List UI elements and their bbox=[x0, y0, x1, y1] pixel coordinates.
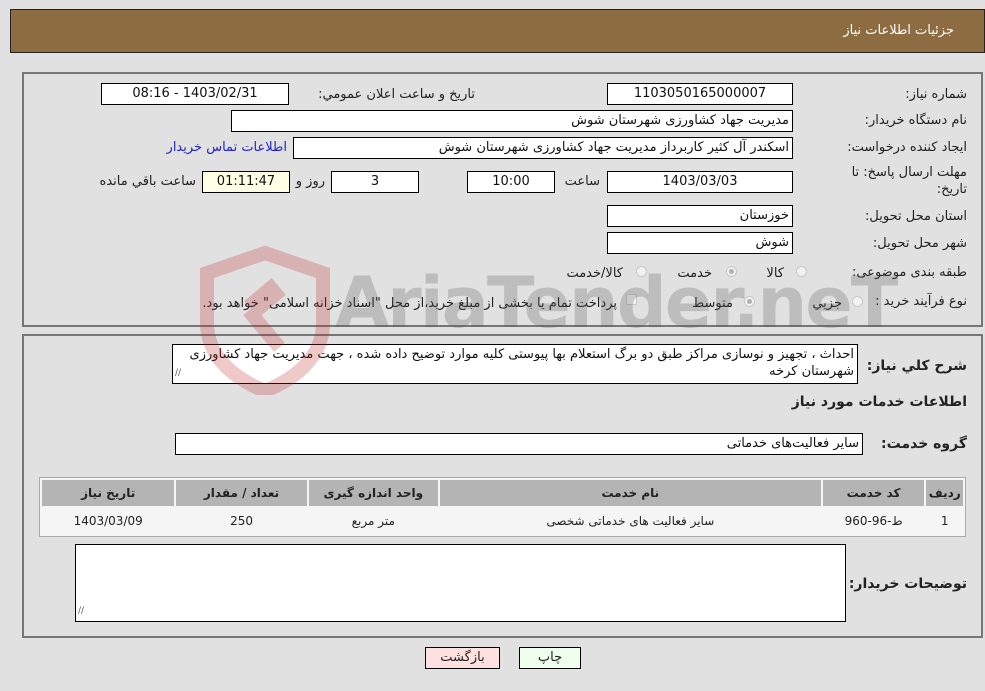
purchase-medium-radio[interactable] bbox=[744, 296, 755, 307]
city-label: شهر محل تحویل: bbox=[872, 236, 967, 251]
province-field[interactable]: خوزستان bbox=[607, 205, 793, 227]
announce-datetime-field[interactable]: 1403/02/31 - 08:16 bbox=[101, 83, 289, 105]
table-header-row: ردیف کد خدمت نام خدمت واحد اندازه گیری ت… bbox=[42, 480, 963, 506]
page-header: جزئیات اطلاعات نیاز bbox=[10, 9, 985, 53]
description-text: احداث ، تجهیز و نوسازی مراکز طبق دو برگ … bbox=[189, 347, 854, 379]
cell-unit: متر مربع bbox=[308, 508, 438, 534]
treasury-note: پرداخت تمام یا بخشی از مبلغ خرید،از محل … bbox=[202, 296, 617, 311]
category-goods-label: کالا bbox=[766, 266, 784, 281]
city-field[interactable]: شوش bbox=[607, 232, 793, 254]
purchase-type-label: نوع فرآیند خرید : bbox=[875, 294, 967, 309]
description-label: شرح کلي نیاز: bbox=[866, 358, 967, 374]
purchase-medium-label: متوسط bbox=[692, 296, 733, 311]
col-header-row-number: ردیف bbox=[926, 480, 963, 506]
back-button[interactable]: بازگشت bbox=[425, 647, 500, 669]
category-goods-service-label: کالا/خدمت bbox=[566, 266, 623, 281]
table-row: 1 ط-96-960 سایر فعالیت های خدماتی شخصی م… bbox=[42, 508, 963, 534]
services-table: ردیف کد خدمت نام خدمت واحد اندازه گیری ت… bbox=[39, 477, 966, 537]
service-group-field[interactable]: سایر فعالیت‌های خدماتی bbox=[175, 433, 863, 455]
cell-service-name: سایر فعالیت های خدماتی شخصی bbox=[439, 508, 821, 534]
deadline-time-label: ساعت bbox=[564, 174, 600, 189]
purchase-partial-label: جزيي bbox=[812, 296, 842, 311]
requester-label: ایجاد کننده درخواست: bbox=[847, 140, 967, 155]
announce-datetime-label: تاریخ و ساعت اعلان عمومي: bbox=[318, 87, 475, 102]
col-header-unit: واحد اندازه گیری bbox=[308, 480, 438, 506]
col-header-quantity: تعداد / مقدار bbox=[176, 480, 307, 506]
need-number-field[interactable]: 1103050165000007 bbox=[607, 83, 793, 105]
time-remaining-label: ساعت باقي مانده bbox=[99, 174, 196, 189]
category-service-label: خدمت bbox=[677, 266, 712, 281]
print-button[interactable]: چاپ bbox=[519, 647, 581, 669]
description-textarea[interactable]: احداث ، تجهیز و نوسازی مراکز طبق دو برگ … bbox=[172, 344, 858, 384]
category-goods-service-radio[interactable] bbox=[636, 266, 647, 277]
page-title: جزئیات اطلاعات نیاز bbox=[843, 23, 954, 38]
deadline-time-field[interactable]: 10:00 bbox=[467, 171, 555, 193]
province-label: استان محل تحویل: bbox=[865, 209, 967, 224]
category-label: طبقه بندی موضوعی: bbox=[851, 265, 967, 280]
category-service-radio[interactable] bbox=[726, 266, 737, 277]
buyer-notes-textarea[interactable]: ∕∕ bbox=[75, 544, 846, 622]
time-remaining-field: 01:11:47 bbox=[202, 171, 290, 193]
deadline-label-line1: مهلت ارسال پاسخ: تا bbox=[851, 165, 967, 180]
days-remaining-field[interactable]: 3 bbox=[331, 171, 419, 193]
requester-field[interactable]: اسکندر آل کثیر کاربرداز مدیریت جهاد کشاو… bbox=[293, 137, 793, 159]
service-group-label: گروه خدمت: bbox=[881, 436, 967, 452]
col-header-need-date: تاریخ نیاز bbox=[42, 480, 175, 506]
services-heading: اطلاعات خدمات مورد نیاز bbox=[791, 394, 967, 410]
days-label: روز و bbox=[295, 174, 325, 189]
cell-quantity: 250 bbox=[176, 508, 307, 534]
cell-need-date: 1403/03/09 bbox=[42, 508, 175, 534]
buyer-contact-link[interactable]: اطلاعات تماس خریدار bbox=[167, 140, 287, 155]
cell-row-number: 1 bbox=[926, 508, 963, 534]
col-header-service-name: نام خدمت bbox=[439, 480, 821, 506]
buyer-org-field[interactable]: مدیریت جهاد کشاورزی شهرستان شوش bbox=[231, 110, 793, 132]
deadline-date-field[interactable]: 1403/03/03 bbox=[607, 171, 793, 193]
buyer-notes-label: توضیحات خریدار: bbox=[848, 576, 967, 592]
need-number-label: شماره نیاز: bbox=[905, 87, 967, 102]
category-goods-radio[interactable] bbox=[796, 266, 807, 277]
deadline-label-line2: تاریخ: bbox=[936, 182, 967, 197]
resize-handle-icon[interactable]: ∕∕ bbox=[78, 603, 84, 620]
treasury-checkbox[interactable] bbox=[626, 294, 637, 305]
buyer-org-label: نام دستگاه خریدار: bbox=[864, 113, 967, 128]
col-header-service-code: کد خدمت bbox=[822, 480, 925, 506]
purchase-partial-radio[interactable] bbox=[852, 296, 863, 307]
cell-service-code: ط-96-960 bbox=[822, 508, 925, 534]
resize-handle-icon[interactable]: ∕∕ bbox=[175, 365, 181, 382]
